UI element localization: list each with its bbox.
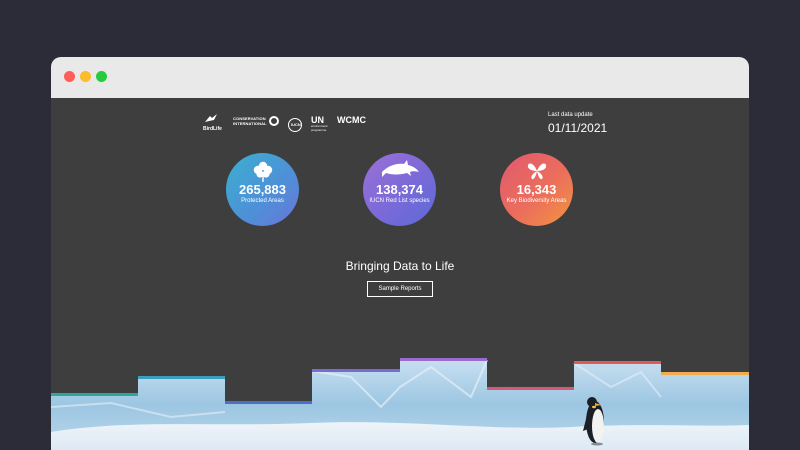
- stat-red-list-species[interactable]: 138,374 IUCN Red List species: [363, 153, 436, 226]
- stat-key-biodiversity-areas[interactable]: 16,343 Key Biodiversity Areas: [500, 153, 573, 226]
- stat-protected-areas[interactable]: 265,883 Protected Areas: [226, 153, 299, 226]
- step-line: [661, 372, 749, 375]
- browser-titlebar: [51, 57, 749, 98]
- step-line: [400, 358, 487, 361]
- stat-value: 16,343: [516, 182, 557, 197]
- dolphin-icon: [381, 160, 419, 177]
- close-window-button[interactable]: [64, 71, 75, 82]
- partner-logos: BirdLife CONSERVATION INTERNATIONAL IUCN…: [203, 112, 373, 132]
- un-sub-text-2: programme: [311, 127, 327, 132]
- birdlife-text: BirdLife: [203, 126, 222, 132]
- step-line: [225, 401, 312, 404]
- last-update-date: 01/11/2021: [548, 121, 608, 135]
- step-line: [51, 393, 138, 396]
- last-update-label: Last data update: [548, 112, 593, 118]
- stat-label: Key Biodiversity Areas: [506, 198, 567, 204]
- wcmc-logo[interactable]: WCMC: [337, 115, 366, 125]
- stat-label: IUCN Red List species: [369, 198, 430, 204]
- hero-tagline: Bringing Data to Life: [345, 259, 455, 273]
- antarctic-landscape: [51, 358, 749, 450]
- iucn-text: IUCN: [291, 122, 301, 127]
- step-line: [487, 387, 574, 390]
- birdlife-logo[interactable]: BirdLife: [203, 112, 225, 132]
- sample-reports-button[interactable]: Sample Reports: [367, 281, 433, 297]
- page-content: BirdLife CONSERVATION INTERNATIONAL IUCN…: [51, 98, 749, 450]
- stat-value: 138,374: [376, 182, 423, 197]
- step-line: [574, 361, 661, 364]
- last-data-update: Last data update 01/11/2021: [548, 111, 607, 135]
- step-line: [312, 369, 400, 372]
- bird-icon: [205, 114, 217, 122]
- maximize-window-button[interactable]: [96, 71, 107, 82]
- minimize-window-button[interactable]: [80, 71, 91, 82]
- iucn-logo[interactable]: IUCN: [288, 118, 302, 132]
- butterfly-icon: [527, 163, 546, 180]
- step-line: [138, 376, 225, 379]
- browser-window: BirdLife CONSERVATION INTERNATIONAL IUCN…: [51, 57, 749, 450]
- stat-value: 265,883: [239, 182, 286, 197]
- conservation-international-logo[interactable]: CONSERVATION INTERNATIONAL: [233, 116, 279, 130]
- stat-label: Protected Areas: [241, 198, 284, 204]
- flower-icon: [253, 161, 272, 182]
- ci-ring-icon: [269, 116, 279, 126]
